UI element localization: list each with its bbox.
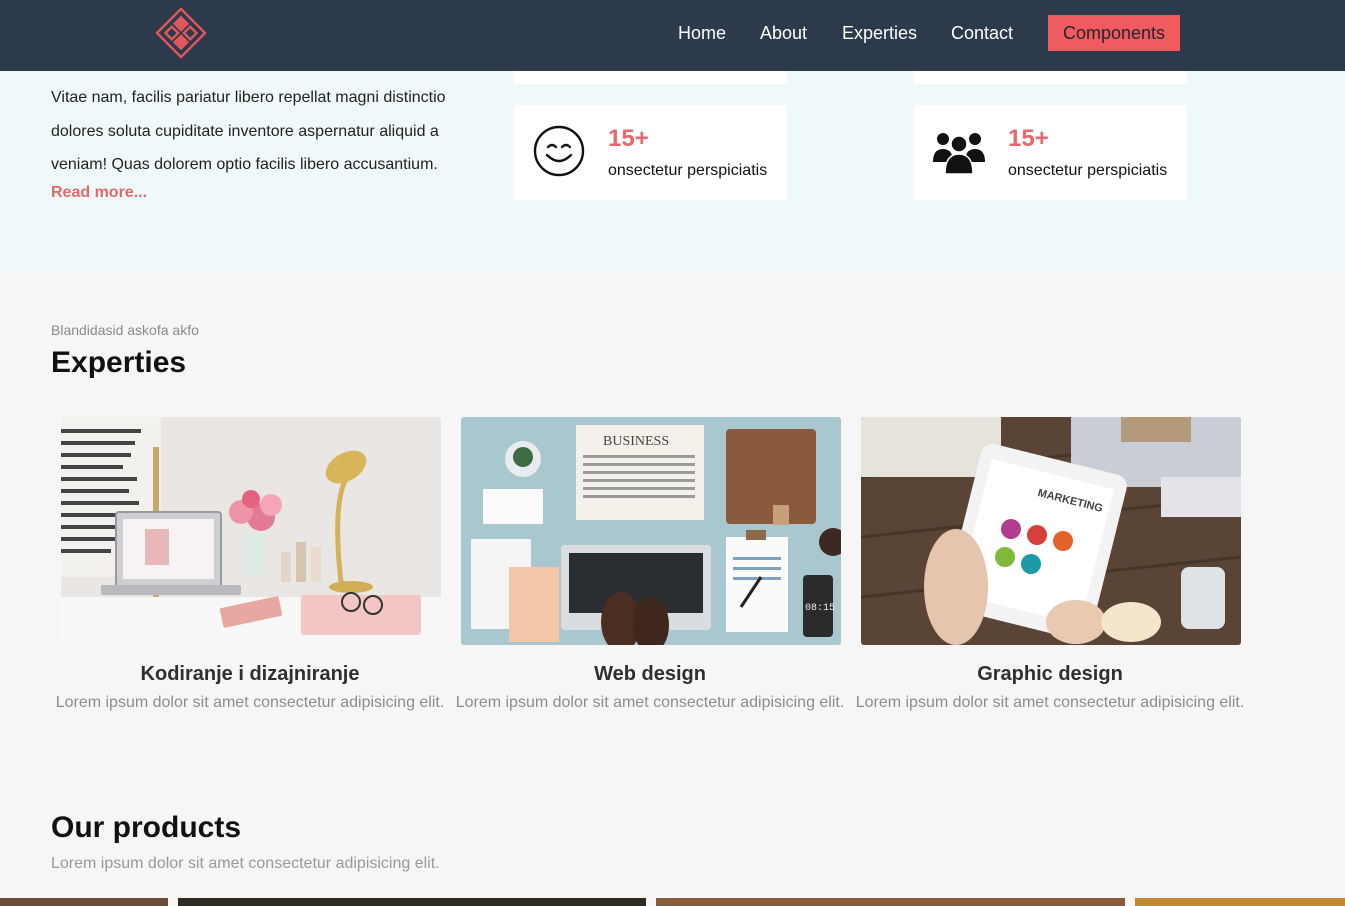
card-description: Lorem ipsum dolor sit amet consectetur a… bbox=[855, 694, 1245, 711]
about-paragraph: Vitae nam, facilis pariatur libero repel… bbox=[51, 89, 446, 173]
users-group-icon bbox=[933, 133, 985, 175]
top-navbar: Home About Experties Contact Components bbox=[0, 0, 1345, 71]
stat-label: onsectetur perspiciatis bbox=[608, 162, 768, 179]
stat-card-partial bbox=[914, 71, 1187, 84]
nav-link-contact[interactable]: Contact bbox=[951, 22, 1013, 44]
stat-label: onsectetur perspiciatis bbox=[1008, 162, 1168, 179]
product-thumbnail[interactable] bbox=[1135, 898, 1345, 906]
card-image-graphic-design[interactable]: MARKETING bbox=[861, 417, 1241, 645]
read-more-link[interactable]: Read more... bbox=[51, 184, 147, 202]
diamond-logo[interactable] bbox=[155, 7, 207, 59]
products-subtitle: Lorem ipsum dolor sit amet consectetur a… bbox=[51, 855, 440, 872]
svg-text:08:15: 08:15 bbox=[805, 603, 835, 614]
card-image-web-design[interactable]: BUSINESS 08:15 bbox=[461, 417, 841, 645]
stat-card-partial bbox=[514, 71, 787, 84]
nav-link-experties[interactable]: Experties bbox=[842, 22, 917, 44]
about-section: Vitae nam, facilis pariatur libero repel… bbox=[0, 71, 1345, 272]
card-title: Kodiranje i dizajniranje bbox=[140, 663, 360, 685]
card-description: Lorem ipsum dolor sit amet consectetur a… bbox=[55, 694, 445, 711]
nav-link-about[interactable]: About bbox=[760, 22, 807, 44]
card-image-coding[interactable] bbox=[61, 417, 441, 645]
smiley-face-icon bbox=[533, 125, 585, 177]
stat-card: 15+ onsectetur perspiciatis bbox=[514, 105, 787, 200]
stat-value: 15+ bbox=[608, 125, 649, 152]
stat-value: 15+ bbox=[1008, 125, 1049, 152]
card-title: Web design bbox=[594, 663, 706, 685]
product-thumbnail[interactable] bbox=[0, 898, 168, 906]
card-description: Lorem ipsum dolor sit amet consectetur a… bbox=[455, 694, 845, 711]
section-eyebrow: Blandidasid askofa akfo bbox=[51, 322, 199, 338]
stat-card: 15+ onsectetur perspiciatis bbox=[914, 105, 1187, 200]
products-title: Our products bbox=[51, 811, 242, 844]
product-thumbnail[interactable] bbox=[178, 898, 646, 906]
product-thumbnail[interactable] bbox=[656, 898, 1125, 906]
nav-link-home[interactable]: Home bbox=[678, 22, 726, 44]
card-title: Graphic design bbox=[977, 663, 1123, 685]
components-button[interactable]: Components bbox=[1048, 15, 1180, 51]
svg-text:BUSINESS: BUSINESS bbox=[603, 434, 669, 449]
experties-title: Experties bbox=[51, 346, 187, 379]
